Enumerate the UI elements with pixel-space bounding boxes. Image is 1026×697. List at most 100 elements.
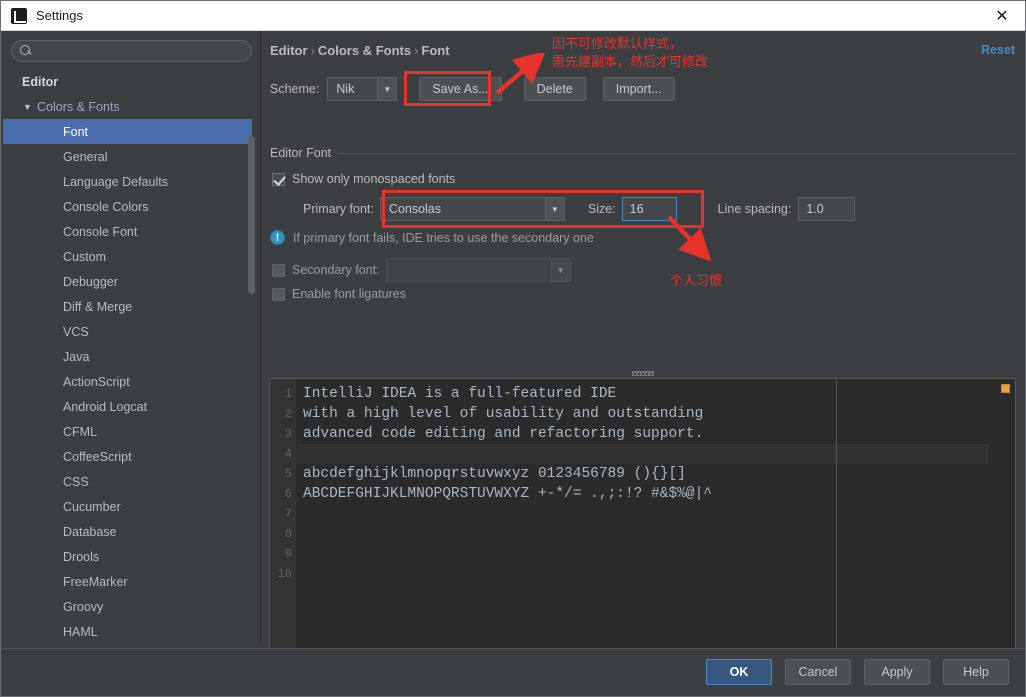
settings-content: Editor ▼ Colors & Fonts Font General Language… [1,31,1025,659]
preview-line [297,544,1015,564]
preview-line [297,504,1015,524]
sidebar-item-diff-merge[interactable]: Diff & Merge [3,294,252,319]
sidebar-item-debugger[interactable]: Debugger [3,269,252,294]
secondary-font-info-text: If primary font fails, IDE tries to use … [293,230,594,245]
sidebar-item-label: Console Colors [63,199,149,214]
sidebar-scrollbar[interactable] [248,136,255,294]
sidebar-item-label: Colors & Fonts [37,99,120,114]
sidebar-item-label: General [63,149,108,164]
sidebar-item-colors-fonts[interactable]: ▼ Colors & Fonts [3,94,252,119]
chevron-down-icon[interactable]: ▼ [550,259,570,281]
preview-status-marker[interactable] [1001,384,1010,393]
apply-button[interactable]: Apply [864,659,930,685]
scheme-dropdown[interactable]: Nik ▼ [327,77,398,101]
settings-sidebar: Editor ▼ Colors & Fonts Font General Language… [2,31,260,647]
breadcrumb-colors-fonts[interactable]: Colors & Fonts [318,43,411,58]
sidebar-item-database[interactable]: Database [3,519,252,544]
breadcrumb: Editor › Colors & Fonts › Font [270,43,450,58]
line-spacing-input[interactable]: 1.0 [798,197,856,221]
sidebar-item-console-font[interactable]: Console Font [3,219,252,244]
sidebar-item-general[interactable]: General [3,144,252,169]
settings-tree[interactable]: Editor ▼ Colors & Fonts Font General Language… [3,69,252,639]
show-monospaced-label: Show only monospaced fonts [292,172,456,186]
secondary-font-dropdown[interactable]: ▼ [385,258,571,282]
font-preview-pane[interactable]: 1 2 3 4 5 6 7 8 9 10 IntelliJ IDEA is a full-feat… [269,378,1016,659]
sidebar-item-label: ActionScript [63,374,130,389]
sidebar-item-android-logcat[interactable]: Android Logcat [3,394,252,419]
primary-font-label: Primary font: [303,202,374,216]
secondary-font-info-row: ! If primary font fails, IDE tries to us… [270,230,594,245]
sidebar-item-console-colors[interactable]: Console Colors [3,194,252,219]
settings-window: Settings ✕ Editor ▼ Colors & Fonts Font Gene… [0,0,1026,697]
sidebar-item-language-defaults[interactable]: Language Defaults [3,169,252,194]
sidebar-item-cucumber[interactable]: Cucumber [3,494,252,519]
preview-line: advanced code editing and refactoring su… [303,426,704,442]
sidebar-item-custom[interactable]: Custom [3,244,252,269]
chevron-down-icon[interactable]: ▼ [377,78,397,100]
sidebar-item-actionscript[interactable]: ActionScript [3,369,252,394]
sidebar-item-vcs[interactable]: VCS [3,319,252,344]
preview-line: with a high level of usability and outst… [303,406,704,422]
font-ligatures-checkbox[interactable] [272,287,285,301]
sidebar-item-label: Font [63,124,89,139]
font-ligatures-row[interactable]: Enable font ligatures [272,287,406,301]
sidebar-item-label: Diff & Merge [63,299,133,314]
sidebar-item-drools[interactable]: Drools [3,544,252,569]
intellij-idea-icon [11,7,27,24]
sidebar-item-label: CSS [63,474,89,489]
line-number: 3 [284,427,292,441]
sidebar-item-label: Custom [63,249,107,264]
ok-button[interactable]: OK [706,659,772,685]
preview-line [297,444,1015,464]
close-icon[interactable]: ✕ [979,1,1025,30]
secondary-font-row[interactable]: Secondary font: ▼ [272,258,571,282]
preview-line: ABCDEFGHIJKLMNOPQRSTUVWXYZ +-*/= .,;:!? … [303,486,712,502]
sidebar-item-java[interactable]: Java [3,344,252,369]
secondary-font-checkbox[interactable] [272,263,285,277]
sidebar-item-css[interactable]: CSS [3,469,252,494]
search-box[interactable] [11,40,252,62]
panel-divider [260,31,261,647]
cancel-button[interactable]: Cancel [785,659,851,685]
preview-splitter[interactable] [270,369,1016,377]
scheme-label: Scheme: [270,82,320,96]
sidebar-item-label: Android Logcat [63,399,148,414]
show-monospaced-checkbox[interactable] [272,172,285,186]
show-monospaced-row[interactable]: Show only monospaced fonts [272,172,455,186]
preview-line: abcdefghijklmnopqrstuvwxyz 0123456789 ()… [303,466,686,482]
search-icon [20,45,32,57]
dialog-footer: OK Cancel Apply Help [2,648,1025,696]
chevron-down-icon[interactable]: ▼ [544,198,564,220]
import-button[interactable]: Import... [602,77,675,101]
sidebar-item-label: Language Defaults [63,174,168,189]
help-button[interactable]: Help [943,659,1009,685]
sidebar-item-font[interactable]: Font [3,119,252,144]
sidebar-item-label: HAML [63,624,98,639]
scheme-row: Scheme: Nik ▼ Save As... Delete Import..… [270,76,675,102]
breadcrumb-font: Font [421,43,450,58]
sidebar-item-freemarker[interactable]: FreeMarker [3,569,252,594]
sidebar-item-label: Database [63,524,117,539]
primary-font-dropdown[interactable]: Consolas ▼ [379,197,565,221]
window-title: Settings [36,8,83,23]
sidebar-item-label: Groovy [63,599,104,614]
sidebar-item-groovy[interactable]: Groovy [3,594,252,619]
line-number: 9 [284,547,292,561]
sidebar-item-editor[interactable]: Editor [3,69,252,94]
line-number: 5 [284,467,292,481]
line-number: 6 [284,487,292,501]
sidebar-item-haml[interactable]: HAML [3,619,252,639]
footer-button-group: OK Cancel Apply Help [706,659,1009,685]
search-input[interactable] [37,44,241,58]
sidebar-item-cfml[interactable]: CFML [3,419,252,444]
info-icon: ! [270,230,285,245]
sidebar-item-label: CFML [63,424,98,439]
sidebar-item-coffeescript[interactable]: CoffeeScript [3,444,252,469]
sidebar-item-label: CoffeeScript [63,449,132,464]
line-number: 10 [277,567,292,581]
sidebar-item-label: Editor [22,74,59,89]
preview-code-text: IntelliJ IDEA is a full-featured IDE with… [297,379,1015,658]
breadcrumb-editor[interactable]: Editor [270,43,308,58]
reset-link[interactable]: Reset [981,43,1015,57]
chevron-down-icon[interactable]: ▼ [23,102,33,112]
